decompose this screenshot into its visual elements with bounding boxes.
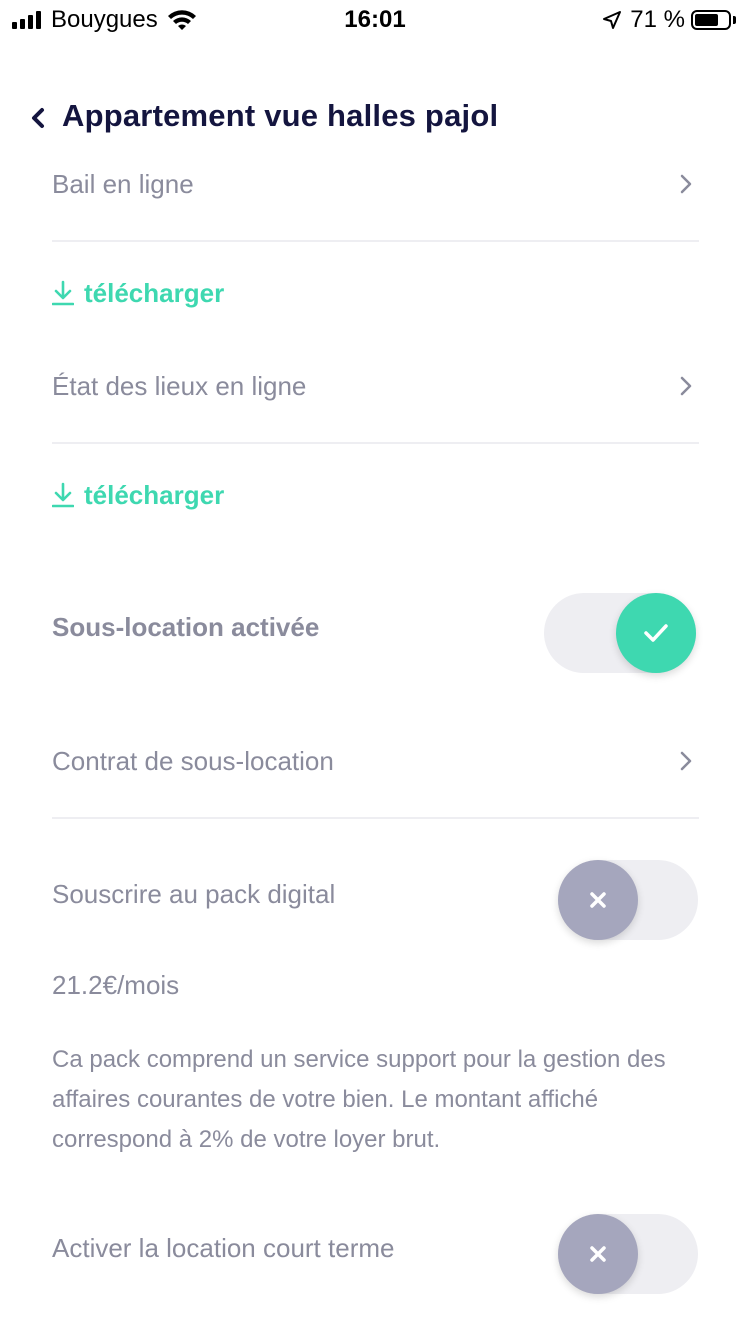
court-terme-toggle[interactable] [558,1214,698,1294]
divider [52,817,699,819]
battery-percent: 71 % [630,6,685,33]
pack-description: Ca pack comprend un service support pour… [52,1046,666,1153]
chevron-right-icon [680,751,692,771]
battery-icon [691,10,731,30]
toggle-knob [558,860,638,940]
pack-digital-label: Souscrire au pack digital [52,879,336,909]
pack-description-row: Ca pack comprend un service support pour… [52,1040,699,1160]
bail-en-ligne-row[interactable]: Bail en ligne [52,156,699,212]
etat-des-lieux-label: État des lieux en ligne [52,370,307,401]
toggle-knob [558,1214,638,1294]
contrat-sous-location-label: Contrat de sous-location [52,745,334,776]
etat-download-link[interactable]: télécharger [52,477,699,513]
chevron-left-icon[interactable] [26,104,50,132]
header: Appartement vue halles pajol [0,90,750,146]
status-right: 71 % [602,6,736,34]
contrat-sous-location-row[interactable]: Contrat de sous-location [52,733,699,789]
toggle-knob [616,593,696,673]
download-icon [52,280,74,306]
price-row: 21.2€/mois [52,970,699,1001]
pack-digital-toggle[interactable] [558,860,698,940]
download-icon [52,482,74,508]
download-label: télécharger [84,277,225,308]
location-arrow-icon [603,11,622,29]
sous-location-toggle[interactable] [544,593,696,673]
divider [52,240,699,242]
close-icon [590,892,606,908]
page-title: Appartement vue halles pajol [62,98,499,133]
battery-level [695,14,718,26]
chevron-right-icon [680,376,692,396]
court-terme-label: Activer la location court terme [52,1233,395,1263]
check-icon [644,624,668,642]
chevron-right-icon [680,174,692,194]
divider [52,442,699,444]
battery-cap [733,16,736,24]
sous-location-label: Sous-location activée [52,612,320,642]
pack-price: 21.2€/mois [52,970,180,1000]
bail-en-ligne-label: Bail en ligne [52,168,194,199]
etat-des-lieux-row[interactable]: État des lieux en ligne [52,358,699,414]
download-label: télécharger [84,479,225,510]
bail-download-link[interactable]: télécharger [52,275,699,311]
close-icon [590,1246,606,1262]
status-bar: Bouygues 16:01 71 % [0,0,750,40]
